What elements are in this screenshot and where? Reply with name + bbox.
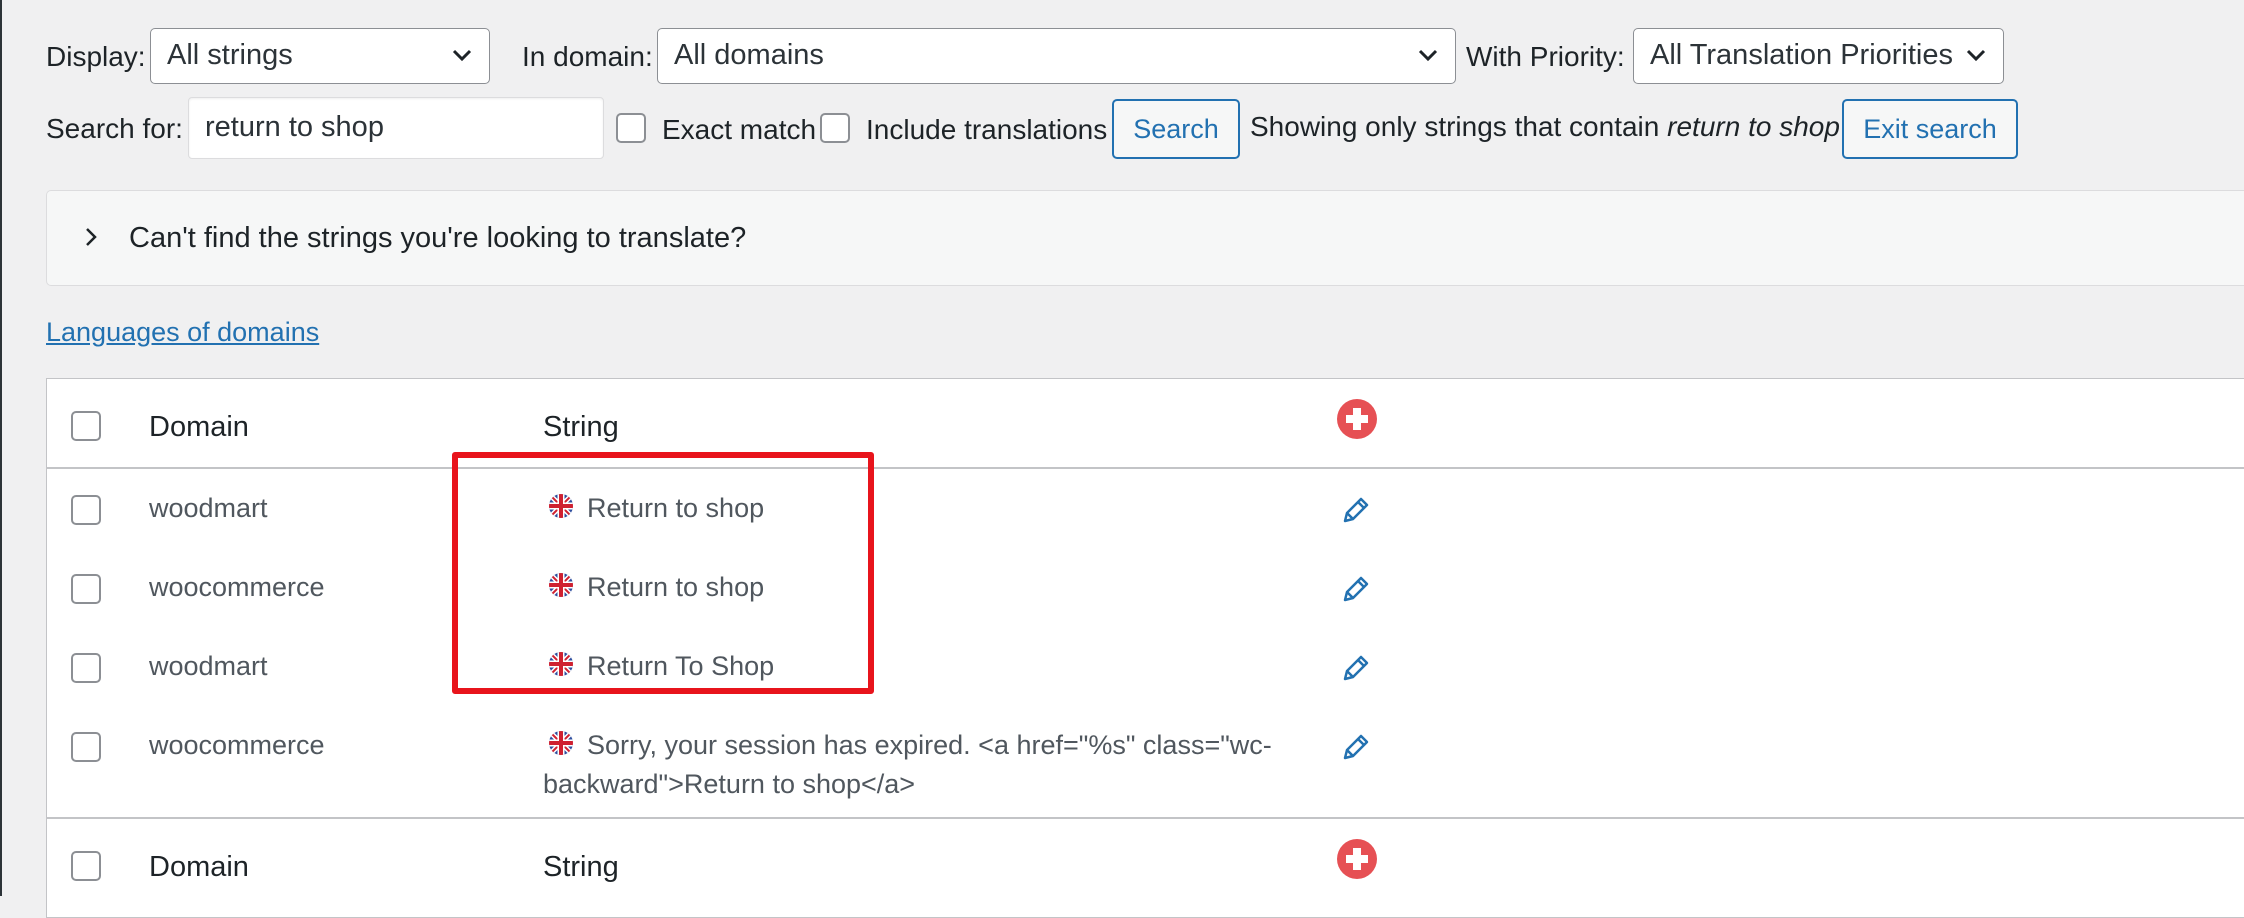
display-select[interactable]: All strings	[150, 28, 490, 84]
search-input[interactable]: return to shop	[188, 97, 604, 159]
row-checkbox[interactable]	[71, 574, 101, 604]
strings-table: Domain String woodmart Return to shop wo…	[46, 378, 2244, 918]
row-domain: woodmart	[149, 493, 268, 523]
exact-match-checkbox[interactable]	[616, 113, 646, 143]
search-label: Search for:	[46, 113, 183, 144]
uk-flag-icon	[549, 731, 573, 755]
languages-of-domains-link[interactable]: Languages of domains	[46, 315, 319, 349]
plus-circle-icon[interactable]	[1337, 839, 1377, 879]
header-divider	[47, 467, 2244, 469]
column-header-domain: Domain	[149, 411, 249, 443]
pencil-icon[interactable]	[1339, 730, 1373, 764]
chevron-down-icon	[452, 49, 472, 62]
priority-select[interactable]: All Translation Priorities	[1633, 28, 2004, 84]
select-all-checkbox[interactable]	[71, 411, 101, 441]
plus-circle-icon[interactable]	[1337, 399, 1377, 439]
column-footer-string: String	[543, 851, 619, 883]
row-domain: woodmart	[149, 651, 268, 681]
row-domain: woocommerce	[149, 730, 325, 760]
row-domain: woocommerce	[149, 572, 325, 602]
search-button[interactable]: Search	[1112, 99, 1240, 159]
footer-divider	[47, 817, 2244, 819]
display-select-value: All strings	[167, 39, 293, 71]
column-header-string: String	[543, 411, 619, 443]
priority-select-value: All Translation Priorities	[1650, 39, 1953, 71]
pencil-icon[interactable]	[1339, 493, 1373, 527]
domain-label: In domain:	[522, 41, 653, 72]
include-translations-label: Include translations	[866, 114, 1108, 145]
chevron-down-icon	[1966, 49, 1986, 62]
domain-select-value: All domains	[674, 39, 824, 71]
row-checkbox[interactable]	[71, 495, 101, 525]
include-translations-checkbox[interactable]	[820, 113, 850, 143]
notice-text: Can't find the strings you're looking to…	[129, 222, 747, 254]
column-footer-domain: Domain	[149, 851, 249, 883]
pencil-icon[interactable]	[1339, 651, 1373, 685]
display-label: Display:	[46, 41, 146, 72]
search-status-prefix: Showing only strings that contain	[1250, 111, 1660, 142]
domain-select[interactable]: All domains	[657, 28, 1456, 84]
admin-sidebar-edge	[0, 0, 2, 896]
chevron-down-icon	[1418, 49, 1438, 62]
row-string-line2: backward">Return to shop</a>	[543, 769, 916, 799]
search-status-term: return to shop	[1667, 111, 1840, 142]
select-all-checkbox-footer[interactable]	[71, 851, 101, 881]
chevron-right-icon	[86, 228, 97, 246]
missing-strings-notice[interactable]: Can't find the strings you're looking to…	[46, 190, 2244, 286]
row-checkbox[interactable]	[71, 732, 101, 762]
row-checkbox[interactable]	[71, 653, 101, 683]
search-status-text: Showing only strings that contain return…	[1250, 110, 1840, 144]
exact-match-label: Exact match	[662, 114, 817, 145]
priority-label: With Priority:	[1466, 41, 1625, 72]
highlight-box	[452, 452, 874, 694]
exit-search-button[interactable]: Exit search	[1842, 99, 2018, 159]
row-string-line1: Sorry, your session has expired. <a href…	[587, 730, 1272, 760]
pencil-icon[interactable]	[1339, 572, 1373, 606]
